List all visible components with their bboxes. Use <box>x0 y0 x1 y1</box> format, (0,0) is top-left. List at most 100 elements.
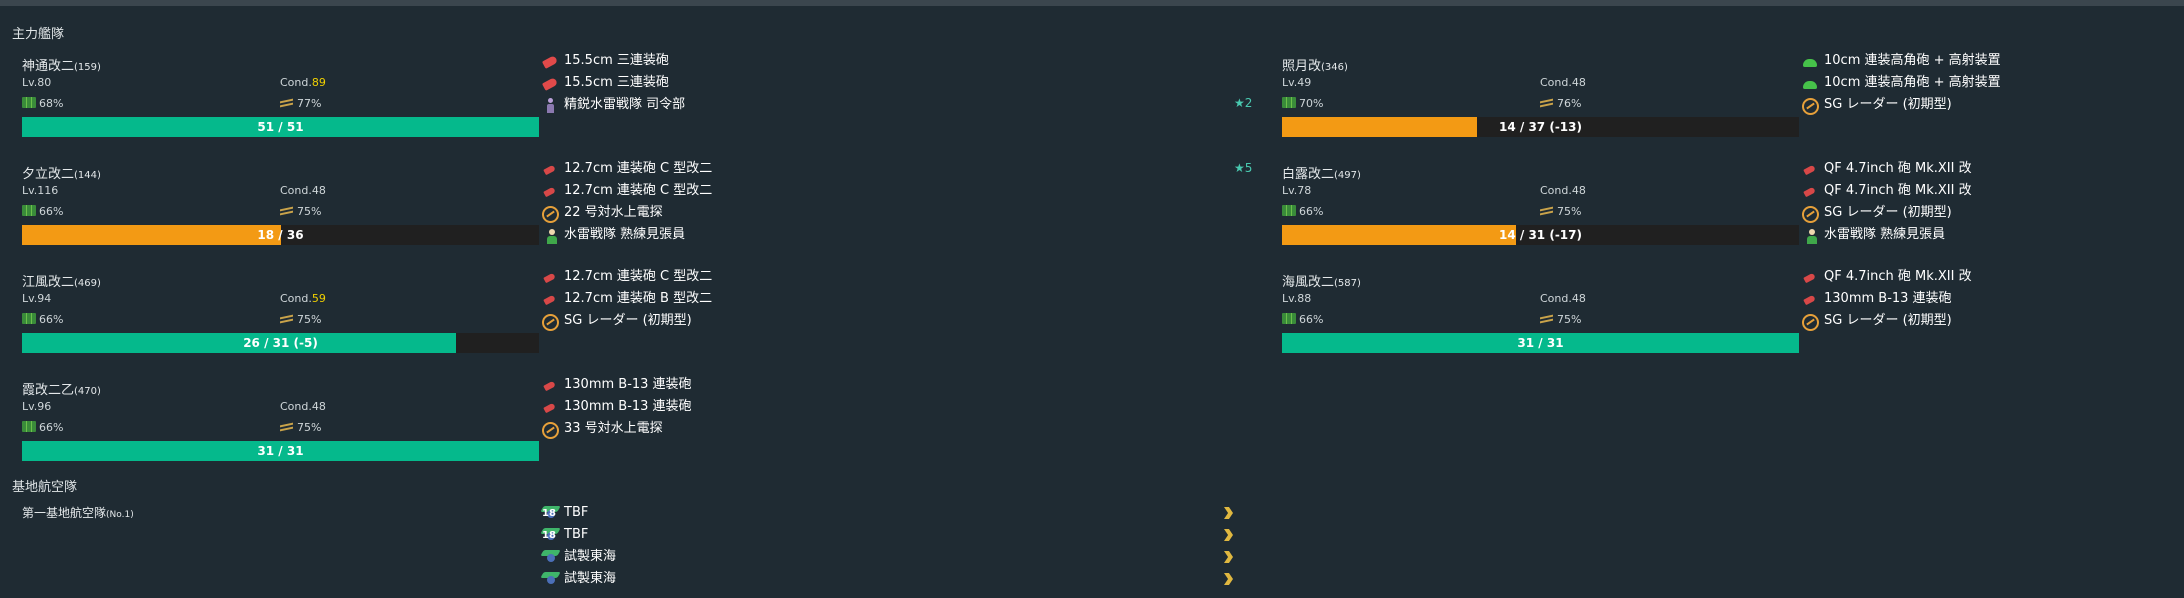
equipment-name: 12.7cm 連装砲 B 型改二 <box>564 291 713 306</box>
equipment-slot[interactable]: 130mm B-13 連装砲 <box>542 374 1002 396</box>
ship-card[interactable]: 白露改二(497) Lv.78 Cond.48 66% 75% 14 / 31 (-17) <box>1282 163 1802 271</box>
squadron-name: 試製東海 <box>564 571 617 586</box>
base-air-corps-name: 第一基地航空隊(No.1) <box>22 504 134 521</box>
small-gun-icon <box>1802 291 1819 308</box>
equipment-slot[interactable]: 12.7cm 連装砲 C 型改二 <box>542 266 1002 288</box>
aa-gun-shape <box>1803 59 1817 67</box>
squadron-name: 試製東海 <box>564 549 617 564</box>
equipment-name: SG レーダー (初期型) <box>564 313 692 328</box>
torpedo-bomber-icon: 18 <box>540 504 561 520</box>
lookout-shape <box>543 228 559 244</box>
ship-fuel: 70% <box>1282 97 1323 110</box>
ship-card[interactable]: 照月改(346) Lv.49 Cond.48 70% 76% 14 / 37 (-13) <box>1282 55 1802 163</box>
radar-shape <box>542 314 559 331</box>
main-gun-icon <box>541 75 559 92</box>
ship-ammo: 75% <box>280 205 321 218</box>
land-bomber-icon <box>540 570 561 586</box>
equipment-slot[interactable]: 15.5cm 三連装砲 <box>541 72 1002 94</box>
hp-bar: 18 / 36 <box>22 225 539 245</box>
equipment-name: 15.5cm 三連装砲 <box>564 53 669 68</box>
equipment-slot[interactable]: SG レーダー (初期型) <box>1802 202 2184 224</box>
squadron-slot[interactable]: 試製東海 <box>540 546 1002 568</box>
ship-level: Lv.80 <box>22 76 52 89</box>
ship-ammo: 76% <box>1540 97 1581 110</box>
fuel-icon <box>22 97 36 108</box>
hp-bar: 14 / 31 (-17) <box>1282 225 1799 245</box>
equipment-slot[interactable]: 水雷戦隊 熟練見張員 <box>1802 224 2184 246</box>
ship-name-label: 海風改二 <box>1282 275 1335 290</box>
equipment-slot[interactable]: 130mm B-13 連装砲 <box>1802 288 2184 310</box>
hp-bar: 31 / 31 <box>22 441 539 461</box>
equipment-slot[interactable]: 130mm B-13 連装砲 <box>542 396 1002 418</box>
ship-name[interactable]: 江風改二(469) <box>22 271 101 290</box>
equipment-name: 12.7cm 連装砲 C 型改二 <box>564 161 713 176</box>
ship-card[interactable]: 霞改二乙(470) Lv.96 Cond.48 66% 75% 31 / 31 <box>22 379 542 487</box>
equipment-slot[interactable]: 33 号対水上電探 <box>542 418 1002 440</box>
equipment-slot[interactable]: 12.7cm 連装砲 C 型改二 <box>542 158 1002 180</box>
equipment-name: SG レーダー (初期型) <box>1824 205 1952 220</box>
ship-name[interactable]: 照月改(346) <box>1282 55 1348 74</box>
fleet-command-icon <box>542 97 559 114</box>
ship-card[interactable]: 夕立改二(144) Lv.116 Cond.48 66% 75% 18 / 36 <box>22 163 542 271</box>
equipment-slot[interactable]: QF 4.7inch 砲 Mk.XII 改 <box>1802 266 2184 288</box>
equipment-slot[interactable]: 精鋭水雷戦隊 司令部 <box>542 94 1002 116</box>
ship-name[interactable]: 白露改二(497) <box>1282 163 1361 182</box>
ship-name-label: 神通改二 <box>22 59 75 74</box>
small-gun-shape <box>543 380 556 392</box>
equipment-list: QF 4.7inch 砲 Mk.XII 改 130mm B-13 連装砲 SG レー… <box>1802 266 2184 332</box>
equipment-name: 130mm B-13 連装砲 <box>564 399 692 414</box>
equipment-slot[interactable]: 10cm 連装高角砲 + 高射装置 <box>1802 72 2184 94</box>
ship-name[interactable]: 夕立改二(144) <box>22 163 101 182</box>
ammo-value: 76% <box>1557 97 1582 110</box>
cond-label: Cond. <box>1540 184 1572 197</box>
equipment-slot[interactable]: 15.5cm 三連装砲 <box>541 50 1002 72</box>
squadron-slot[interactable]: 18 TBF <box>540 524 1002 546</box>
squadron-slot[interactable]: 18 TBF <box>540 502 1002 524</box>
equipment-slot[interactable]: 22 号対水上電探 <box>542 202 1002 224</box>
cond-value: 48 <box>311 400 326 413</box>
equipment-slot[interactable]: 水雷戦隊 熟練見張員 <box>542 224 1002 246</box>
ship-name[interactable]: 海風改二(587) <box>1282 271 1361 290</box>
ship-condition: Cond.48 <box>1540 184 1586 197</box>
main-gun-shape <box>541 77 559 91</box>
small-gun-shape <box>543 164 556 176</box>
ship-name[interactable]: 霞改二乙(470) <box>22 379 101 398</box>
equipment-slot[interactable]: 10cm 連装高角砲 + 高射装置 <box>1802 50 2184 72</box>
equipment-slot[interactable]: 12.7cm 連装砲 B 型改二 <box>542 288 1002 310</box>
equipment-name: 130mm B-13 連装砲 <box>1824 291 1952 306</box>
ship-ammo: 75% <box>1540 205 1581 218</box>
main-gun-shape <box>541 55 559 69</box>
ship-fuel: 68% <box>22 97 63 110</box>
cond-value: 48 <box>311 184 326 197</box>
ship-level: Lv.96 <box>22 400 52 413</box>
small-gun-icon <box>1802 269 1819 286</box>
squadron-slot[interactable]: 試製東海 <box>540 568 1002 590</box>
cond-value: 59 <box>311 292 326 305</box>
equipment-list: 12.7cm 連装砲 C 型改二 12.7cm 連装砲 B 型改二 SG レーダー … <box>542 266 1002 332</box>
equipment-slot[interactable]: SG レーダー (初期型) <box>1802 310 2184 332</box>
ship-name[interactable]: 神通改二(159) <box>22 55 101 74</box>
ship-card[interactable]: 江風改二(469) Lv.94 Cond.59 66% 75% 26 / 31 (-5) <box>22 271 542 379</box>
small-gun-icon <box>542 399 559 416</box>
ammo-value: 75% <box>297 205 322 218</box>
ship-card[interactable]: 海風改二(587) Lv.88 Cond.48 66% 75% 31 / 31 <box>1282 271 1802 379</box>
equipment-slot[interactable]: SG レーダー (初期型) <box>542 310 1002 332</box>
radar-shape <box>542 422 559 439</box>
ship-condition: Cond.89 <box>280 76 326 89</box>
hp-text: 31 / 31 <box>257 444 304 458</box>
ship-fuel: 66% <box>22 313 63 326</box>
equipment-slot[interactable]: SG レーダー (初期型) <box>1802 94 2184 116</box>
equipment-slot[interactable]: 12.7cm 連装砲 C 型改二 <box>542 180 1002 202</box>
equipment-name: 水雷戦隊 熟練見張員 <box>1824 227 1946 242</box>
fuel-value: 66% <box>39 313 64 326</box>
equipment-slot[interactable]: QF 4.7inch 砲 Mk.XII 改 <box>1802 180 2184 202</box>
ship-card[interactable]: 神通改二(159) Lv.80 Cond.89 68% 77% 51 / 51 <box>22 55 542 163</box>
small-gun-shape <box>543 186 556 198</box>
equipment-slot[interactable]: QF 4.7inch 砲 Mk.XII 改 <box>1802 158 2184 180</box>
equipment-name: 22 号対水上電探 <box>564 205 663 220</box>
torpedo-bomber-icon: 18 <box>540 526 561 542</box>
equipment-list: 12.7cm 連装砲 C 型改二 12.7cm 連装砲 C 型改二 22 号対水上電… <box>542 158 1002 246</box>
radar-icon <box>542 421 559 439</box>
cond-value: 48 <box>1571 184 1586 197</box>
equipment-name: SG レーダー (初期型) <box>1824 97 1952 112</box>
